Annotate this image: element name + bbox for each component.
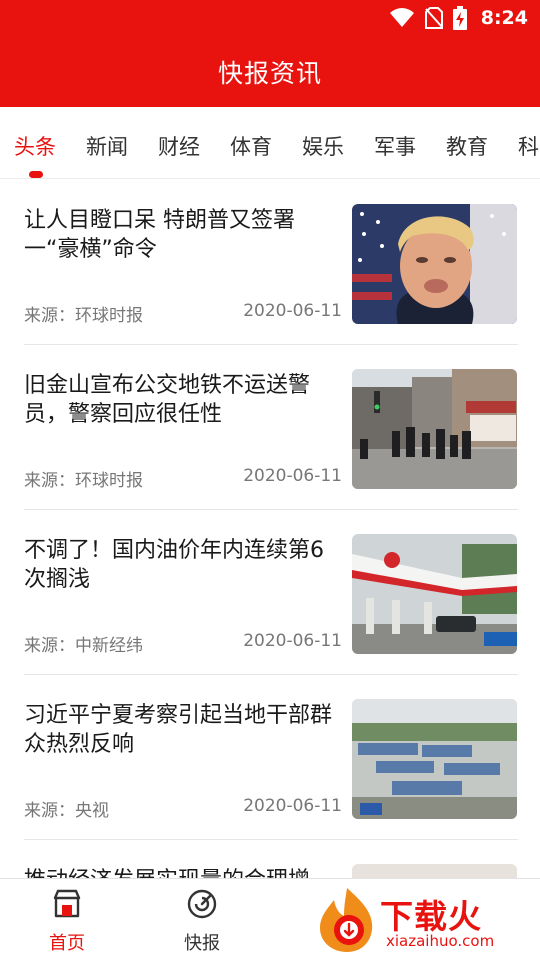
news-date: 2020-06-11 <box>243 631 342 651</box>
flame-logo-icon <box>320 888 373 952</box>
news-title: 不调了！国内油价年内连续第6次搁浅 <box>24 538 324 592</box>
news-source: 来源：环球时报 <box>24 306 143 326</box>
watermark-logo-text: 下载火 <box>380 897 482 936</box>
news-thumbnail[interactable] <box>352 864 517 878</box>
watermark-url: xiazaihuo.com <box>386 932 495 950</box>
news-title: 习近平宁夏考察引起当地干部群众热烈反响 <box>24 703 333 757</box>
no-sim-icon <box>424 7 443 29</box>
news-thumbnail[interactable] <box>352 369 517 489</box>
news-title: 旧金山宣布公交地铁不运送警员，警察回应很任性 <box>24 373 311 427</box>
news-source: 来源：央视 <box>24 801 109 821</box>
radar-gauge-icon <box>187 889 217 919</box>
news-photo <box>352 864 517 878</box>
app-bar: 快报资讯 <box>0 36 540 107</box>
nav-home[interactable]: 首页 <box>17 879 117 960</box>
news-item[interactable]: 习近平宁夏考察引起当地干部群众热烈反响 来源：央视 2020-06-11 <box>0 675 540 840</box>
news-item[interactable]: 推动经济发展实现量的合理增 <box>0 840 540 878</box>
news-title: 让人目瞪口呆 特朗普又签署一“豪横”命令 <box>24 208 295 262</box>
portrait-photo <box>352 204 517 324</box>
street-photo <box>352 369 517 489</box>
news-source: 来源：环球时报 <box>24 471 143 491</box>
tab-headlines[interactable]: 头条 <box>14 131 56 161</box>
nav-express-label: 快报 <box>184 933 220 954</box>
home-store-icon <box>53 889 81 918</box>
news-item[interactable]: 旧金山宣布公交地铁不运送警员，警察回应很任性 来源：环球时报 2020-06-1… <box>0 345 540 510</box>
village-aerial-photo <box>352 699 517 819</box>
news-thumbnail[interactable] <box>352 699 517 819</box>
news-title: 推动经济发展实现量的合理增 <box>24 866 344 878</box>
news-thumbnail[interactable] <box>352 204 517 324</box>
news-feed[interactable]: 让人目瞪口呆 特朗普又签署一“豪横”命令 来源：环球时报 2020-06-11 … <box>0 180 540 878</box>
nav-home-label: 首页 <box>49 933 85 954</box>
tab-news[interactable]: 新闻 <box>86 131 128 161</box>
news-date: 2020-06-11 <box>243 796 342 816</box>
battery-charging-icon <box>452 6 467 30</box>
status-time: 8:24 <box>480 7 528 29</box>
news-source: 来源：中新经纬 <box>24 636 143 656</box>
tab-entertainment[interactable]: 娱乐 <box>302 131 344 161</box>
nav-express[interactable]: 快报 <box>152 879 252 960</box>
news-date: 2020-06-11 <box>243 301 342 321</box>
gas-station-photo <box>352 534 517 654</box>
tab-education[interactable]: 教育 <box>446 131 488 161</box>
news-item[interactable]: 让人目瞪口呆 特朗普又签署一“豪横”命令 来源：环球时报 2020-06-11 <box>0 180 540 345</box>
status-icons: 8:24 <box>389 6 528 30</box>
tab-finance[interactable]: 财经 <box>158 131 200 161</box>
page-title: 快报资讯 <box>217 58 322 88</box>
news-date: 2020-06-11 <box>243 466 342 486</box>
tab-military[interactable]: 军事 <box>374 131 416 161</box>
active-tab-indicator <box>29 171 43 178</box>
news-item[interactable]: 不调了！国内油价年内连续第6次搁浅 来源：中新经纬 2020-06-11 <box>0 510 540 675</box>
status-bar: 8:24 <box>0 0 540 36</box>
download-site-watermark[interactable]: 下载火 xiazaihuo.com <box>316 884 540 956</box>
wifi-icon <box>389 8 414 27</box>
tab-technology[interactable]: 科 <box>518 131 539 161</box>
tab-sports[interactable]: 体育 <box>230 131 272 161</box>
news-thumbnail[interactable] <box>352 534 517 654</box>
category-tabs: 头条 新闻 财经 体育 娱乐 军事 教育 科 <box>0 107 540 179</box>
